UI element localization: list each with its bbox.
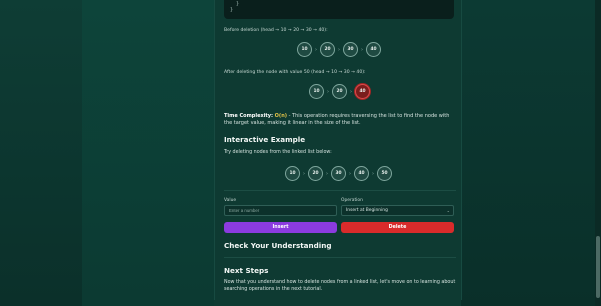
next-steps-heading: Next Steps bbox=[224, 266, 269, 275]
time-complexity-note: Time Complexity: O(n) - This operation r… bbox=[224, 113, 456, 127]
list-node[interactable]: 10 bbox=[285, 166, 300, 181]
value-label: Value bbox=[224, 198, 237, 203]
list-node[interactable]: 40 bbox=[354, 166, 369, 181]
list-node: 30 bbox=[343, 42, 358, 57]
list-node-highlighted: 40 bbox=[355, 84, 370, 99]
before-list: 10 › 20 › 30 › 40 bbox=[297, 42, 381, 57]
list-node[interactable]: 50 bbox=[377, 166, 392, 181]
code-line: } bbox=[230, 7, 234, 13]
operation-selected-value: Insert at Beginning bbox=[346, 208, 388, 213]
arrow-icon: › bbox=[361, 46, 363, 53]
list-node: 10 bbox=[309, 84, 324, 99]
list-node: 20 bbox=[332, 84, 347, 99]
arrow-icon: › bbox=[326, 170, 328, 177]
check-understanding-heading: Check Your Understanding bbox=[224, 241, 332, 250]
arrow-icon: › bbox=[372, 170, 374, 177]
list-node[interactable]: 20 bbox=[308, 166, 323, 181]
scrollbar-thumb[interactable] bbox=[596, 236, 600, 298]
operation-select[interactable]: Insert at Beginning ⌄ bbox=[341, 205, 454, 216]
list-node: 10 bbox=[297, 42, 312, 57]
arrow-icon: › bbox=[338, 46, 340, 53]
complexity-label: Time Complexity: bbox=[224, 113, 274, 119]
complexity-value: O(n) bbox=[274, 113, 288, 119]
after-deletion-caption: After deleting the node with value 50 (h… bbox=[224, 70, 366, 75]
delete-button[interactable]: Delete bbox=[341, 222, 454, 233]
next-steps-text: Now that you understand how to delete no… bbox=[224, 280, 456, 292]
code-block: } } bbox=[224, 0, 454, 19]
list-node[interactable]: 30 bbox=[331, 166, 346, 181]
right-background bbox=[461, 0, 601, 306]
value-input[interactable]: Enter a number bbox=[224, 205, 337, 216]
arrow-icon: › bbox=[350, 88, 352, 95]
insert-button[interactable]: Insert bbox=[224, 222, 337, 233]
interactive-list: 10 › 20 › 30 › 40 › 50 bbox=[285, 166, 392, 181]
chevron-down-icon: ⌄ bbox=[446, 208, 450, 213]
divider bbox=[224, 257, 456, 258]
divider bbox=[224, 190, 456, 191]
before-deletion-caption: Before deletion (head → 10 → 20 → 30 → 4… bbox=[224, 28, 328, 33]
list-node: 40 bbox=[366, 42, 381, 57]
interactive-example-heading: Interactive Example bbox=[224, 135, 306, 144]
list-node: 20 bbox=[320, 42, 335, 57]
arrow-icon: › bbox=[315, 46, 317, 53]
interactive-example-subtitle: Try deleting nodes from the linked list … bbox=[224, 150, 332, 155]
arrow-icon: › bbox=[349, 170, 351, 177]
after-list: 10 › 20 › 40 bbox=[309, 84, 370, 99]
arrow-icon: › bbox=[327, 88, 329, 95]
left-background bbox=[0, 0, 82, 306]
arrow-icon: › bbox=[303, 170, 305, 177]
operation-label: Operation bbox=[341, 198, 363, 203]
left-background-inner bbox=[82, 0, 214, 306]
